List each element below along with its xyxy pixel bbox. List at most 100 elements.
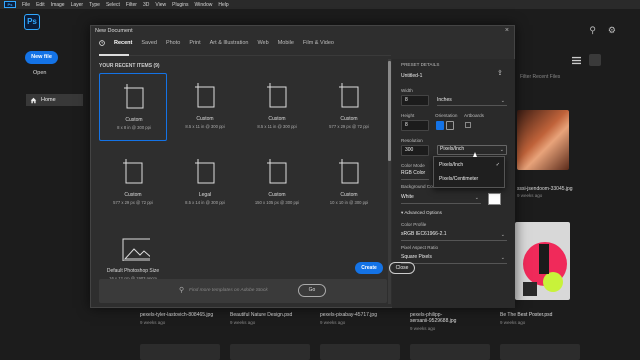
search-icon[interactable]: ⚲ [589, 25, 596, 36]
recent-thumb-row2[interactable] [320, 344, 400, 360]
advanced-options-toggle[interactable]: ▾ Advanced Options [401, 210, 442, 216]
recent-item-card[interactable]: Legal 8.5 x 14 in @ 300 ppi [171, 149, 239, 217]
width-unit-select[interactable]: Inches ⌄ [437, 97, 507, 106]
grid-scrollbar-thumb[interactable] [388, 61, 391, 161]
color-mode-select[interactable]: RGB Color [401, 170, 429, 180]
color-profile-label: Color Profile [401, 222, 427, 227]
recent-thumb-caption: sssi-jsendoom-33045.jpg [517, 186, 573, 192]
recent-thumb-date: 9 weeks ago [230, 320, 256, 325]
menu-select[interactable]: Select [106, 2, 120, 8]
photoshop-logo: Ps [24, 14, 40, 30]
recent-item-desc: 577 x 29 px @ 72 ppi [113, 200, 153, 205]
open-button[interactable]: Open [33, 70, 46, 76]
save-preset-icon[interactable]: ⇪ [497, 69, 503, 77]
height-label: Height [401, 113, 415, 118]
width-unit-value: Inches [437, 97, 452, 103]
resolution-input[interactable]: 300 [401, 145, 429, 156]
menu-option-pixels-centimeter[interactable]: Pixels/Centimeter [439, 176, 478, 182]
image-document-icon [122, 238, 150, 261]
go-button[interactable]: Go [298, 284, 326, 297]
resolution-unit-select[interactable]: Pixels/Inch ⌄ [437, 145, 507, 155]
tab-art-illustration[interactable]: Art & Illustration [210, 40, 249, 46]
height-input[interactable]: 8 [401, 120, 429, 131]
recent-item-card[interactable]: Custom 577 x 29 px @ 72 ppi [315, 73, 383, 141]
recent-item-card[interactable]: Custom 8.5 x 11 in @ 300 ppi [243, 73, 311, 141]
recent-item-card[interactable]: Custom 8.5 x 11 in @ 300 ppi [171, 73, 239, 141]
document-name-field[interactable]: Untitled-1 [401, 73, 422, 79]
recent-thumb-row2[interactable] [500, 344, 580, 360]
tab-recent[interactable]: Recent [114, 40, 132, 46]
recent-item-card[interactable]: Custom 150 x 105 px @ 300 ppi [243, 149, 311, 217]
menu-help[interactable]: Help [218, 2, 228, 8]
menu-layer[interactable]: Layer [71, 2, 84, 8]
menu-view[interactable]: View [155, 2, 166, 8]
artboards-checkbox[interactable] [465, 122, 471, 128]
resolution-label: Resolution [401, 138, 423, 143]
orientation-label: Orientation [435, 113, 458, 118]
filter-recent-files[interactable]: Filter Recent Files [520, 74, 560, 80]
new-file-button[interactable]: New file [25, 51, 58, 64]
tab-photo[interactable]: Photo [166, 40, 180, 46]
close-button[interactable]: Close [389, 262, 415, 274]
resolution-unit-menu: Pixels/Inch ✓ Pixels/Centimeter [433, 156, 505, 188]
chevron-down-icon: ⌄ [499, 147, 504, 153]
menu-window[interactable]: Window [195, 2, 213, 8]
active-tab-indicator [99, 54, 129, 56]
list-view-icon[interactable] [572, 56, 581, 65]
pixel-aspect-ratio-label: Pixel Aspect Ratio [401, 245, 439, 250]
sidebar-item-home[interactable]: Home [26, 94, 83, 106]
view-toggle [572, 54, 601, 66]
tab-saved[interactable]: Saved [141, 40, 157, 46]
recent-thumb-caption: pexels-pixabay-45717.jpg [320, 312, 377, 318]
recent-thumb-caption: Be The Best Poster.psd [500, 312, 553, 318]
menu-image[interactable]: Image [51, 2, 65, 8]
tab-divider [99, 55, 391, 56]
background-contents-select[interactable]: White ⌄ [401, 194, 481, 204]
recent-item-card[interactable]: Custom 8 x 8 in @ 300 ppi [99, 73, 167, 141]
create-button[interactable]: Create [355, 262, 383, 274]
recent-item-desc: 577 x 29 px @ 72 ppi [329, 124, 369, 129]
recent-thumb-row2[interactable] [230, 344, 310, 360]
tab-web[interactable]: Web [257, 40, 268, 46]
menu-filter[interactable]: Filter [126, 2, 137, 8]
recent-item-desc: 8 x 8 in @ 300 ppi [117, 125, 151, 130]
landscape-orientation-button[interactable] [446, 121, 454, 130]
grid-view-button[interactable] [589, 54, 601, 66]
width-input[interactable]: 8 [401, 95, 429, 106]
tab-film-video[interactable]: Film & Video [303, 40, 334, 46]
document-icon [267, 159, 287, 184]
menu-type[interactable]: Type [89, 2, 100, 8]
recent-item-name: Custom [340, 192, 358, 198]
recent-item-name: Default Photoshop Size [106, 268, 160, 274]
menu-plugins[interactable]: Plugins [172, 2, 188, 8]
tab-print[interactable]: Print [189, 40, 200, 46]
portrait-orientation-button[interactable] [436, 121, 444, 130]
recent-item-name: Custom [124, 192, 142, 198]
color-profile-select[interactable]: sRGB IEC61966-2.1 ⌄ [401, 231, 507, 241]
home-icon [30, 97, 37, 103]
recent-thumb-poster[interactable] [515, 222, 570, 300]
pixel-aspect-ratio-select[interactable]: Square Pixels ⌄ [401, 254, 507, 264]
menu-file[interactable]: File [22, 2, 30, 8]
document-icon [123, 159, 143, 184]
menu-option-pixels-inch[interactable]: Pixels/Inch [439, 162, 463, 168]
tab-mobile[interactable]: Mobile [278, 40, 294, 46]
menu-edit[interactable]: Edit [36, 2, 45, 8]
menu-3d[interactable]: 3D [143, 2, 149, 8]
recent-thumb-caption: pexels-tyler-lastovich-808465.jpg [140, 312, 214, 318]
recent-thumb-row2[interactable] [140, 344, 220, 360]
sidebar: New file Open Home [0, 37, 83, 360]
recent-item-name: Custom [268, 192, 286, 198]
background-color-swatch[interactable] [488, 193, 501, 205]
recent-item-card[interactable]: Custom 577 x 29 px @ 72 ppi [99, 149, 167, 217]
gear-icon[interactable]: ⚙ [608, 25, 616, 36]
stock-search-input[interactable]: Find more templates on Adobe Stock [189, 288, 268, 293]
recent-thumb-row2[interactable] [410, 344, 490, 360]
pixel-aspect-ratio-value: Square Pixels [401, 254, 432, 260]
recent-item-card[interactable]: Custom 10 x 10 in @ 300 ppi [315, 149, 383, 217]
recent-item-name: Custom [268, 116, 286, 122]
recent-item-desc: 10 x 10 in @ 300 ppi [329, 200, 369, 205]
recent-thumb-date: 9 weeks ago [320, 320, 346, 325]
recent-thumb-canyon[interactable] [517, 110, 569, 170]
close-icon[interactable]: × [505, 27, 509, 34]
